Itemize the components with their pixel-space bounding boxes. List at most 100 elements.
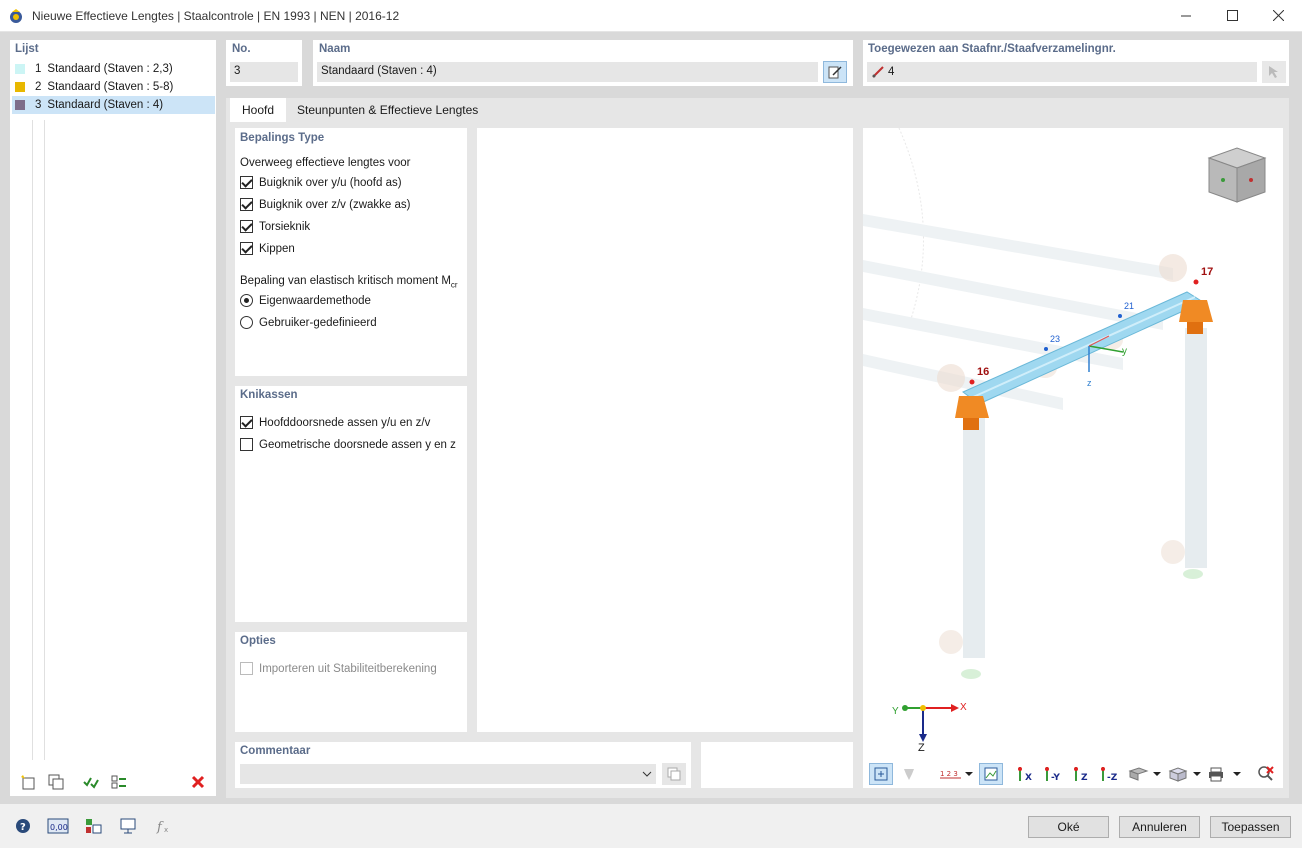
display-button[interactable]	[979, 763, 1003, 785]
maximize-button[interactable]	[1209, 0, 1255, 31]
user-defined-radio[interactable]: Gebruiker-gedefinieerd	[240, 316, 377, 329]
zoom-reset-button[interactable]	[1254, 763, 1278, 785]
edit-icon	[828, 66, 842, 79]
window-title: Nieuwe Effectieve Lengtes | Staalcontrol…	[32, 9, 400, 23]
torsional-buckling-checkbox[interactable]: Torsieknik	[240, 220, 310, 233]
node-label-23: 23	[1050, 334, 1061, 344]
naam-field[interactable]: Standaard (Staven : 4)	[317, 62, 818, 82]
checkbox-label: Torsieknik	[259, 220, 311, 233]
info-icon	[86, 819, 102, 834]
close-button[interactable]	[1255, 0, 1301, 31]
list-item-label: Standaard (Staven : 5-8)	[47, 81, 174, 93]
numbering-dropdown[interactable]: 1 2 3	[937, 763, 975, 785]
edit-name-button[interactable]	[823, 61, 847, 83]
chevron-down-icon	[642, 771, 652, 777]
comment-select[interactable]	[240, 764, 656, 784]
check-all-button[interactable]	[79, 771, 103, 793]
svg-text:X: X	[1025, 773, 1032, 783]
view-cube-icon[interactable]	[1201, 144, 1271, 208]
info-button[interactable]	[81, 815, 105, 837]
formula-button[interactable]: fx	[151, 815, 175, 837]
view-x-icon: X	[1018, 767, 1032, 783]
member-icon	[872, 66, 884, 78]
checkbox-label: Geometrische doorsnede assen y en z	[259, 438, 456, 451]
units-button[interactable]: 0,00	[46, 815, 70, 837]
svg-text:0,00: 0,00	[50, 823, 68, 832]
radio-label: Gebruiker-gedefinieerd	[259, 316, 377, 329]
checkbox-label: Buigknik over z/v (zwakke as)	[259, 198, 411, 211]
list-item-3[interactable]: 3 Standaard (Staven : 4)	[12, 96, 215, 114]
node-label-16: 16	[977, 366, 990, 378]
axis-x-label: X	[960, 702, 967, 713]
assigned-value: 4	[888, 66, 895, 78]
delete-item-button[interactable]	[186, 771, 210, 793]
model-view[interactable]: 16 17 23 21 y z X Y Z	[863, 127, 1283, 788]
maximize-icon	[1226, 10, 1238, 21]
mcr-label: Bepaling van elastisch kritisch moment M…	[240, 275, 458, 290]
color-swatch-3	[15, 100, 25, 110]
no-header: No.	[232, 43, 251, 55]
monitor-icon	[120, 818, 136, 834]
display-settings-button[interactable]	[116, 815, 140, 837]
list-header: Lijst	[15, 43, 39, 55]
eigenvalue-radio[interactable]: Eigenwaardemethode	[240, 294, 371, 307]
checkbox-label: Kippen	[259, 242, 295, 255]
knikassen-header: Knikassen	[240, 389, 298, 401]
minimize-button[interactable]	[1163, 0, 1209, 31]
comment-copy-button[interactable]	[662, 763, 686, 785]
checkbox-box	[240, 242, 253, 255]
view-x-button[interactable]: X	[1013, 763, 1037, 785]
bepalings-header: Bepalings Type	[240, 132, 325, 144]
opties-header: Opties	[240, 635, 276, 647]
tab-steunpunten[interactable]: Steunpunten & Effectieve Lengtes	[285, 98, 490, 122]
view-z-icon: Z	[1074, 767, 1088, 783]
view-minus-z-button[interactable]: -Z	[1097, 763, 1121, 785]
lateral-torsional-checkbox[interactable]: Kippen	[240, 242, 295, 255]
radio-circle	[240, 294, 253, 307]
opties-panel: Opties	[235, 632, 467, 732]
list-item-2[interactable]: 2 Standaard (Staven : 5-8)	[12, 78, 215, 96]
cancel-button[interactable]: Annuleren	[1119, 816, 1200, 838]
local-z-label: z	[1087, 378, 1092, 388]
title-bar: Nieuwe Effectieve Lengtes | Staalcontrol…	[0, 0, 1302, 32]
list-item-number: 1	[35, 63, 42, 75]
info-panel	[701, 742, 853, 788]
view-minus-y-button[interactable]: -Y	[1041, 763, 1065, 785]
tab-hoofd[interactable]: Hoofd	[230, 98, 287, 122]
view-rotate-button[interactable]	[869, 763, 893, 785]
list-item-1[interactable]: 1 Standaard (Staven : 2,3)	[12, 60, 215, 78]
svg-text:x: x	[164, 826, 168, 834]
flexural-buckling-y-checkbox[interactable]: Buigknik over y/u (hoofd as)	[240, 176, 402, 189]
structure-3d-view	[863, 127, 1213, 679]
assigned-header: Toegewezen aan Staafnr./Staafverzameling…	[868, 43, 1116, 55]
list-item-label: Standaard (Staven : 4)	[47, 99, 164, 111]
help-icon: ?	[16, 819, 30, 833]
box-view-dropdown[interactable]	[1165, 763, 1203, 785]
copy-icon	[48, 774, 64, 790]
check-selected-button[interactable]	[107, 771, 131, 793]
view-z-button[interactable]: Z	[1069, 763, 1093, 785]
rotate-view-icon	[874, 767, 888, 781]
iso-view-dropdown[interactable]	[1125, 763, 1163, 785]
import-stability-checkbox[interactable]: Importeren uit Stabiliteitberekening	[240, 662, 437, 675]
assigned-field[interactable]: 4	[867, 62, 1257, 82]
local-y-label: y	[1122, 346, 1127, 357]
select-cursor-icon	[1269, 66, 1278, 78]
no-field[interactable]: 3	[230, 62, 298, 82]
svg-text:Z: Z	[1081, 773, 1088, 783]
help-button[interactable]: ?	[11, 815, 35, 837]
select-members-button[interactable]	[1262, 61, 1286, 83]
principal-axes-checkbox[interactable]: Hoofddoorsnede assen y/u en z/v	[240, 416, 430, 429]
apply-button[interactable]: Toepassen	[1210, 816, 1291, 838]
view-minus-z-icon: -Z	[1101, 767, 1118, 783]
render-button[interactable]	[897, 763, 921, 785]
new-item-button[interactable]	[16, 771, 40, 793]
ok-button[interactable]: Oké	[1028, 816, 1109, 838]
geometric-axes-checkbox[interactable]: Geometrische doorsnede assen y en z	[240, 438, 456, 451]
view-minus-y-icon: -Y	[1045, 767, 1060, 783]
print-dropdown[interactable]	[1205, 763, 1243, 785]
copy-item-button[interactable]	[44, 771, 68, 793]
flexural-buckling-z-checkbox[interactable]: Buigknik over z/v (zwakke as)	[240, 198, 410, 211]
naam-header: Naam	[319, 43, 351, 55]
print-icon	[1209, 767, 1241, 782]
